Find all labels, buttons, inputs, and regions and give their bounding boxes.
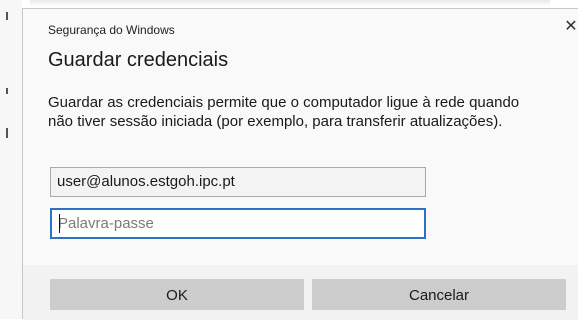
text-caret	[59, 214, 60, 233]
password-field[interactable]	[50, 208, 426, 239]
background-window-edge	[0, 0, 22, 319]
username-field[interactable]: user@alunos.estgoh.ipc.pt	[50, 167, 426, 197]
credentials-dialog: Segurança do Windows ✕ Guardar credencia…	[22, 8, 578, 320]
background-tick	[6, 88, 8, 94]
close-icon[interactable]: ✕	[563, 19, 578, 35]
dialog-heading: Guardar credenciais	[48, 49, 229, 71]
dialog-description: Guardar as credenciais permite que o com…	[48, 94, 520, 130]
background-tick	[6, 12, 8, 20]
button-bar: OK Cancelar	[23, 265, 578, 320]
background-window-top	[30, 0, 550, 6]
background-tick	[6, 128, 8, 138]
ok-button[interactable]: OK	[50, 279, 304, 310]
dialog-title: Segurança do Windows	[48, 23, 175, 37]
cancel-button[interactable]: Cancelar	[312, 279, 566, 310]
